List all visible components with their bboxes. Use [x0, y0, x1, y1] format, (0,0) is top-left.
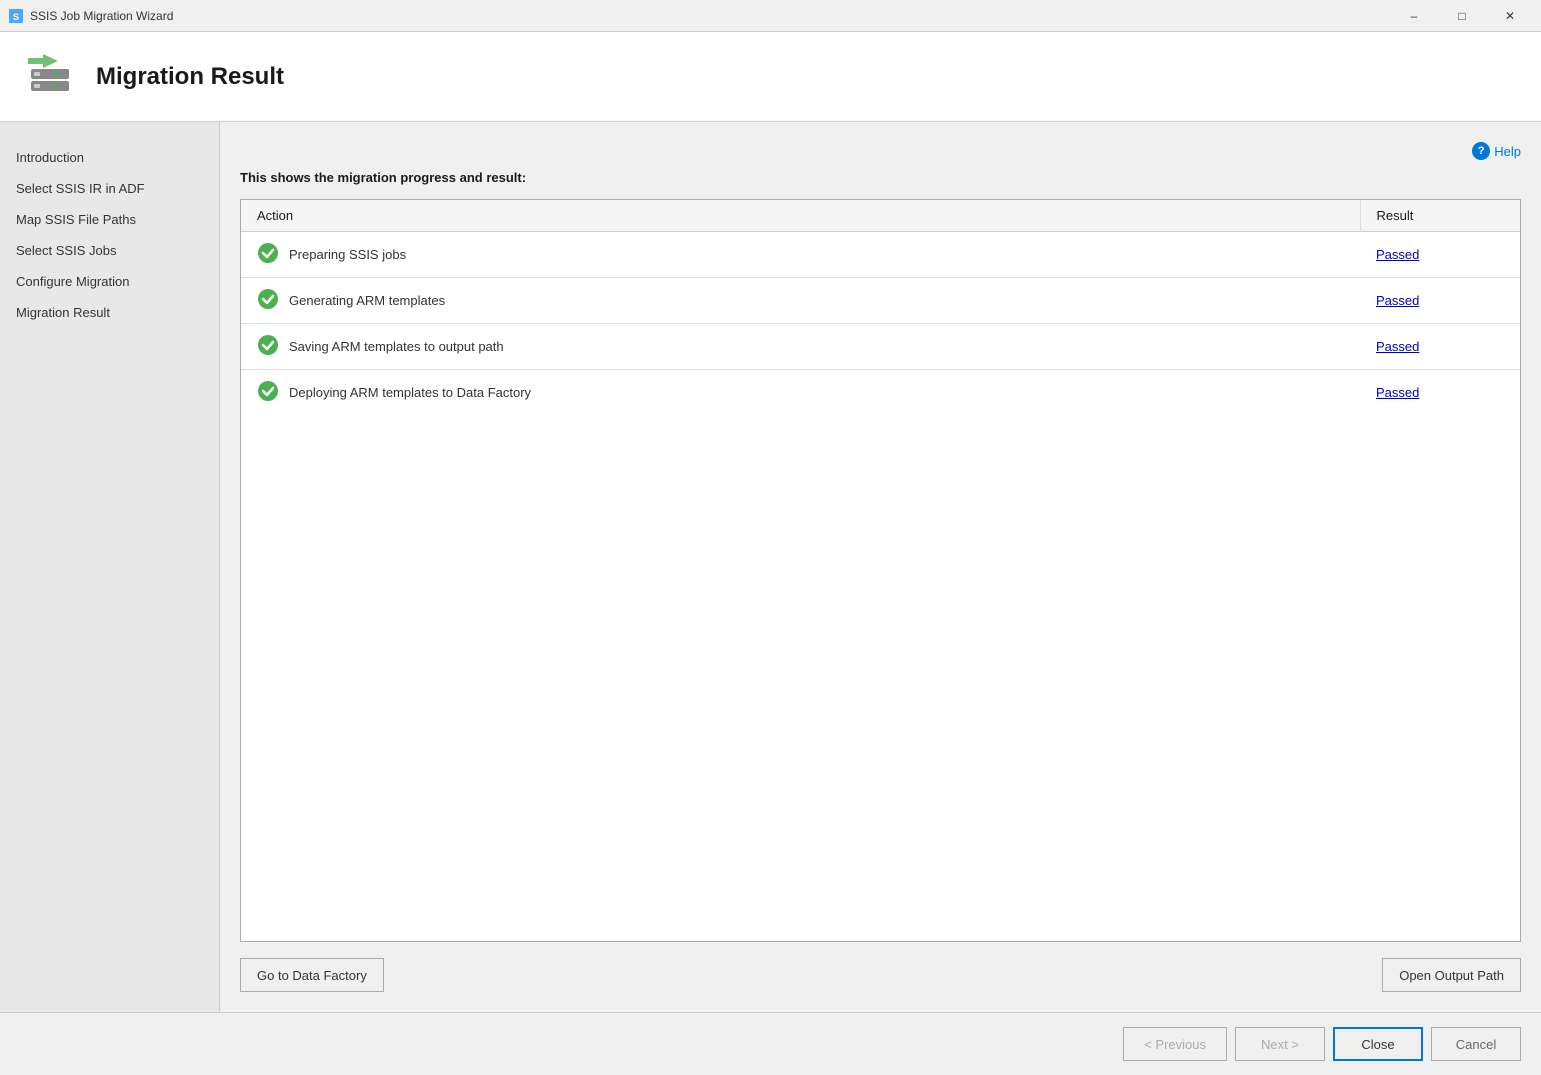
open-output-path-button[interactable]: Open Output Path — [1382, 958, 1521, 992]
results-table: Action Result Preparing SSIS jobsPassed … — [241, 200, 1520, 415]
result-link-3[interactable]: Passed — [1376, 385, 1419, 400]
action-cell-2: Saving ARM templates to output path — [241, 324, 1360, 370]
bottom-buttons-row: Go to Data Factory Open Output Path — [240, 958, 1521, 992]
description-text: This shows the migration progress and re… — [240, 170, 1521, 185]
table-row: Deploying ARM templates to Data Factory P… — [241, 370, 1520, 416]
header-icon — [20, 47, 80, 107]
result-cell-3: Passed — [1360, 370, 1520, 416]
action-text: Deploying ARM templates to Data Factory — [289, 385, 531, 400]
action-cell-3: Deploying ARM templates to Data Factory — [241, 370, 1360, 416]
check-icon — [257, 380, 279, 405]
minimize-button[interactable]: – — [1391, 0, 1437, 32]
maximize-button[interactable]: □ — [1439, 0, 1485, 32]
action-cell-0: Preparing SSIS jobs — [241, 232, 1360, 278]
check-icon — [257, 334, 279, 359]
result-column-header: Result — [1360, 200, 1520, 232]
cancel-button[interactable]: Cancel — [1431, 1027, 1521, 1061]
action-text: Generating ARM templates — [289, 293, 445, 308]
svg-text:S: S — [13, 12, 19, 22]
go-to-data-factory-button[interactable]: Go to Data Factory — [240, 958, 384, 992]
window-controls: – □ ✕ — [1391, 0, 1533, 32]
footer: < Previous Next > Close Cancel — [0, 1012, 1541, 1075]
action-text: Preparing SSIS jobs — [289, 247, 406, 262]
check-icon — [257, 242, 279, 267]
action-column-header: Action — [241, 200, 1360, 232]
previous-button[interactable]: < Previous — [1123, 1027, 1227, 1061]
title-bar-text: SSIS Job Migration Wizard — [30, 9, 1391, 23]
close-button[interactable]: Close — [1333, 1027, 1423, 1061]
sidebar-item-select-ssis-ir-in-adf[interactable]: Select SSIS IR in ADF — [0, 173, 219, 204]
main-container: IntroductionSelect SSIS IR in ADFMap SSI… — [0, 122, 1541, 1012]
close-window-button[interactable]: ✕ — [1487, 0, 1533, 32]
result-cell-1: Passed — [1360, 278, 1520, 324]
app-icon: S — [8, 8, 24, 24]
help-label: Help — [1494, 144, 1521, 159]
content-area: ? Help This shows the migration progress… — [220, 122, 1541, 1012]
result-cell-2: Passed — [1360, 324, 1520, 370]
table-header-row: Action Result — [241, 200, 1520, 232]
result-link-1[interactable]: Passed — [1376, 293, 1419, 308]
sidebar-item-configure-migration[interactable]: Configure Migration — [0, 266, 219, 297]
sidebar-item-select-ssis-jobs[interactable]: Select SSIS Jobs — [0, 235, 219, 266]
result-link-0[interactable]: Passed — [1376, 247, 1419, 262]
results-table-container: Action Result Preparing SSIS jobsPassed … — [240, 199, 1521, 942]
next-button[interactable]: Next > — [1235, 1027, 1325, 1061]
result-cell-0: Passed — [1360, 232, 1520, 278]
sidebar-item-introduction[interactable]: Introduction — [0, 142, 219, 173]
result-link-2[interactable]: Passed — [1376, 339, 1419, 354]
table-row: Saving ARM templates to output path Passe… — [241, 324, 1520, 370]
help-icon: ? — [1472, 142, 1490, 160]
table-row: Preparing SSIS jobs Passed — [241, 232, 1520, 278]
page-title: Migration Result — [96, 63, 284, 91]
sidebar-item-map-ssis-file-paths[interactable]: Map SSIS File Paths — [0, 204, 219, 235]
help-link[interactable]: ? Help — [1472, 142, 1521, 160]
table-row: Generating ARM templates Passed — [241, 278, 1520, 324]
check-icon — [257, 288, 279, 313]
help-row: ? Help — [240, 142, 1521, 160]
action-cell-1: Generating ARM templates — [241, 278, 1360, 324]
title-bar: S SSIS Job Migration Wizard – □ ✕ — [0, 0, 1541, 32]
sidebar: IntroductionSelect SSIS IR in ADFMap SSI… — [0, 122, 220, 1012]
action-text: Saving ARM templates to output path — [289, 339, 504, 354]
page-header: Migration Result — [0, 32, 1541, 122]
sidebar-item-migration-result[interactable]: Migration Result — [0, 297, 219, 328]
